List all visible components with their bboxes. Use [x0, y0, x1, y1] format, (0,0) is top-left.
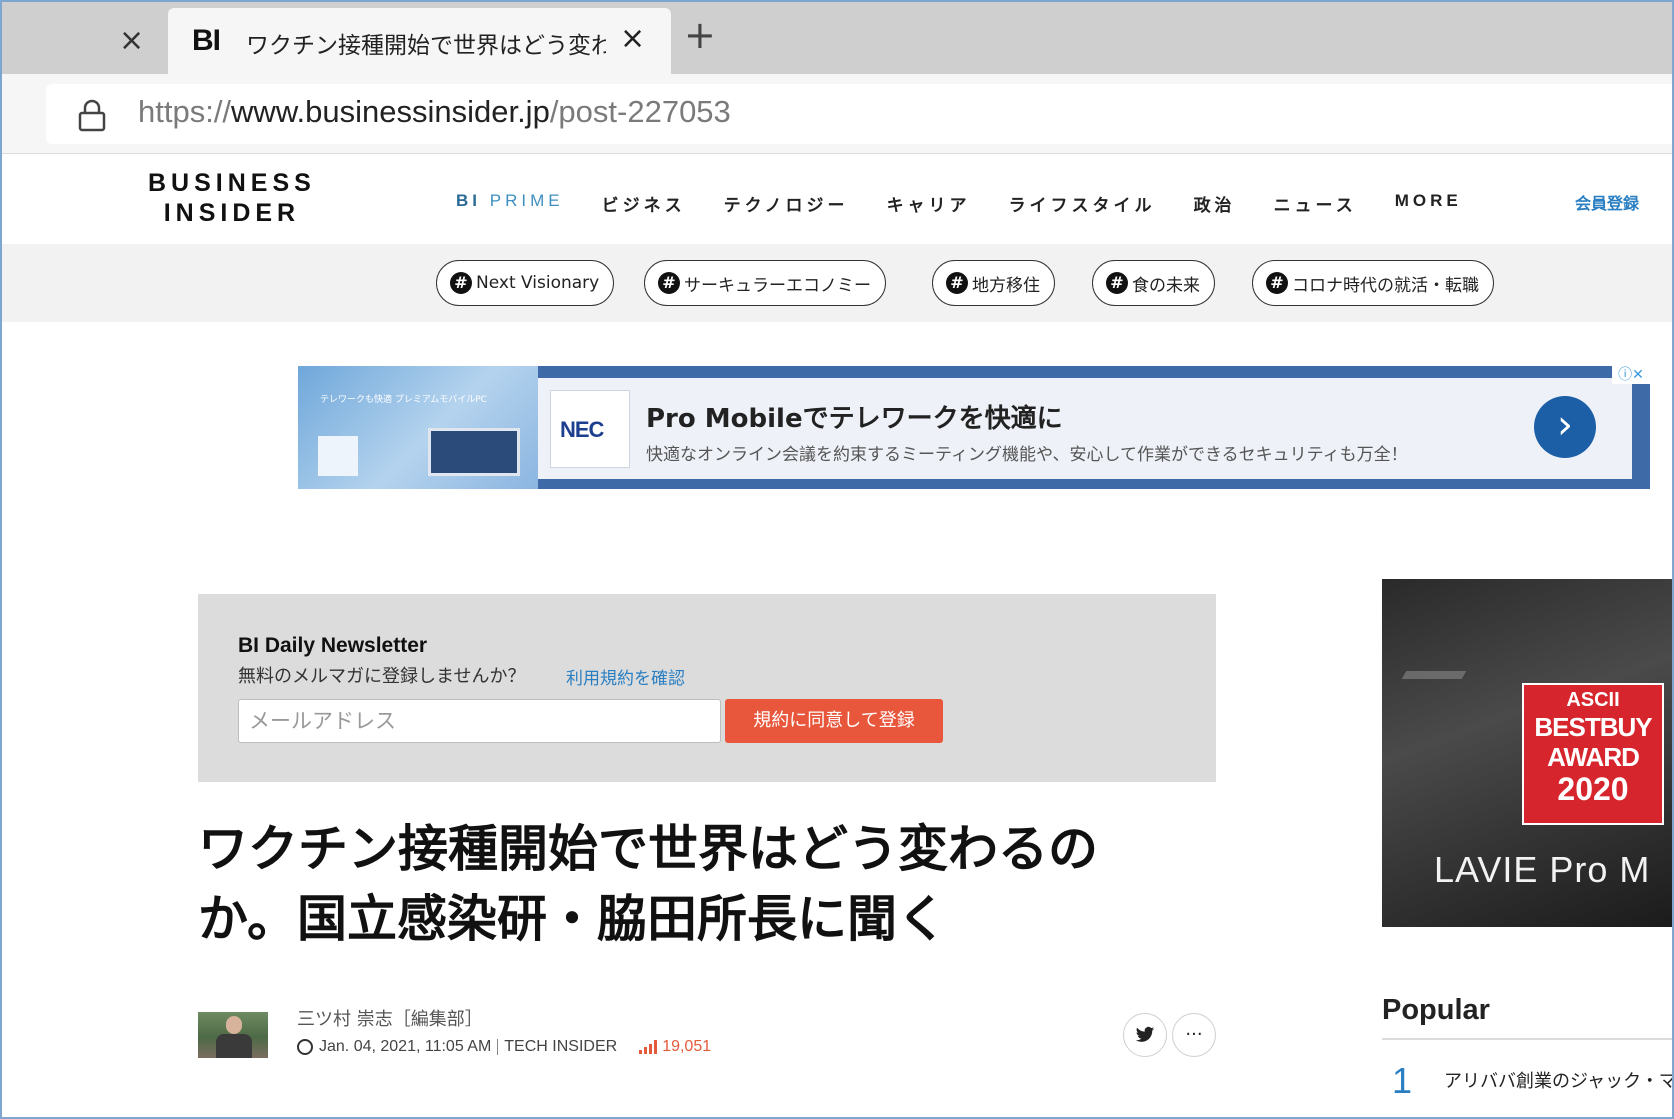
popular-heading: Popular [1382, 994, 1490, 1026]
ad-image: テレワークも快適 プレミアムモバイルPC [298, 366, 538, 489]
nav-item-news[interactable]: ニュース [1274, 191, 1357, 216]
ad-content: NEC Pro Mobileでテレワークを快適に 快適なオンライン会議を約束する… [538, 378, 1632, 479]
close-tab-icon[interactable]: × [119, 26, 144, 56]
nec-logo: NEC [550, 390, 630, 468]
nav-item-politics[interactable]: 政治 [1194, 191, 1236, 216]
tab-bar: × BI ワクチン接種開始で世界はどう変わる × + [2, 2, 1672, 74]
tag-circular-economy[interactable]: # サーキュラーエコノミー [644, 260, 886, 306]
newsletter-subtitle: 無料のメルマガに登録しませんか？ [238, 666, 526, 687]
nav-item-business[interactable]: ビジネス [602, 191, 686, 216]
close-tab-icon[interactable]: × [620, 24, 645, 54]
hash-icon: # [1266, 272, 1288, 294]
site-logo[interactable]: BUSINESS INSIDER [148, 168, 316, 228]
views-bars-icon [639, 1040, 658, 1054]
popular-item-link[interactable]: アリババ創業のジャック・マー氏 行方不明？「中国の金融規制は... [1444, 1068, 1672, 1096]
twitter-icon [1135, 1026, 1155, 1042]
nav-item-bi-prime[interactable]: BI PRIME [456, 191, 564, 216]
ad-title: Pro Mobileでテレワークを快適に [646, 404, 1063, 434]
newsletter-signup: BI Daily Newsletter 無料のメルマガに登録しませんか？ 利用規… [198, 594, 1216, 782]
hash-icon: # [658, 272, 680, 294]
browser-window: × BI ワクチン接種開始で世界はどう変わる × + https://www.b… [0, 0, 1674, 1119]
award-badge: ASCII BESTBUY AWARD 2020 [1522, 683, 1664, 825]
hash-icon: # [450, 272, 472, 294]
ad-arrow-button[interactable]: › [1534, 396, 1596, 458]
tab-title: ワクチン接種開始で世界はどう変わる [246, 33, 606, 59]
terms-link[interactable]: 利用規約を確認 [566, 664, 685, 689]
favicon-icon: BI [192, 24, 221, 57]
ad-subtitle: 快適なオンライン会議を約束するミーティング機能や、安心して作業ができるセキュリテ… [646, 445, 1408, 465]
article-headline: ワクチン接種開始で世界はどう変わるのか。国立感染研・脇田所長に聞く [198, 820, 1098, 948]
nav-item-more[interactable]: MORE [1395, 191, 1462, 216]
newsletter-title: BI Daily Newsletter [238, 634, 428, 657]
ad-banner[interactable]: テレワークも快適 プレミアムモバイルPC NEC Pro Mobileでテレワー… [298, 366, 1650, 489]
popular-rank: 1 [1392, 1060, 1413, 1101]
lavie-logo: LAVIE Pro M [1434, 849, 1651, 890]
more-share-button[interactable]: ··· [1172, 1013, 1216, 1057]
site-header: BUSINESS INSIDER BI PRIME ビジネス テクノロジー キャ… [2, 154, 1672, 244]
category-link[interactable]: TECH INSIDER [504, 1038, 617, 1056]
main-nav: BI PRIME ビジネス テクノロジー キャリア ライフスタイル 政治 ニュー… [456, 191, 1500, 216]
view-count: 19,051 [639, 1038, 711, 1056]
tab-previous[interactable]: × [2, 8, 168, 74]
nav-item-lifestyle[interactable]: ライフスタイル [1009, 191, 1156, 216]
tag-local-migration[interactable]: # 地方移住 [932, 260, 1055, 306]
hash-icon: # [946, 272, 968, 294]
tag-next-visionary[interactable]: # Next Visionary [436, 260, 615, 306]
address-bar: https://www.businessinsider.jp/post-2270… [2, 74, 1672, 154]
nav-item-career[interactable]: キャリア [887, 191, 971, 216]
email-input[interactable]: メールアドレス [238, 699, 721, 743]
topic-tags: # Next Visionary # サーキュラーエコノミー # 地方移住 # 食の未来… [2, 244, 1672, 322]
tag-job-hunting[interactable]: # コロナ時代の就活・転職 [1252, 260, 1494, 306]
url-text: https://www.businessinsider.jp/post-2270… [138, 94, 731, 129]
publish-date: Jan. 04, 2021, 11:05 AM [319, 1038, 492, 1055]
author-name[interactable]: 三ツ村 崇志［編集部］ [297, 1005, 483, 1031]
sidebar-ad[interactable]: ASCII BESTBUY AWARD 2020 LAVIE Pro M [1382, 579, 1672, 927]
new-tab-button[interactable]: + [684, 16, 716, 54]
twitter-share-button[interactable] [1123, 1013, 1167, 1057]
nav-item-technology[interactable]: テクノロジー [724, 191, 849, 216]
divider [1382, 1038, 1672, 1040]
author-avatar[interactable] [198, 1012, 268, 1058]
subscribe-button[interactable]: 規約に同意して登録 [725, 699, 943, 743]
hash-icon: # [1106, 272, 1128, 294]
clock-icon [297, 1039, 313, 1055]
tab-active[interactable]: BI ワクチン接種開始で世界はどう変わる × [168, 8, 671, 74]
adchoices-icon[interactable]: ⓘ✕ [1612, 366, 1650, 384]
tag-future-of-food[interactable]: # 食の未来 [1092, 260, 1215, 306]
lock-icon[interactable] [78, 98, 106, 132]
url-field[interactable]: https://www.businessinsider.jp/post-2270… [46, 84, 1672, 144]
member-register-link[interactable]: 会員登録 [1575, 190, 1639, 214]
article-meta: Jan. 04, 2021, 11:05 AM TECH INSIDER 19,… [297, 1038, 711, 1056]
